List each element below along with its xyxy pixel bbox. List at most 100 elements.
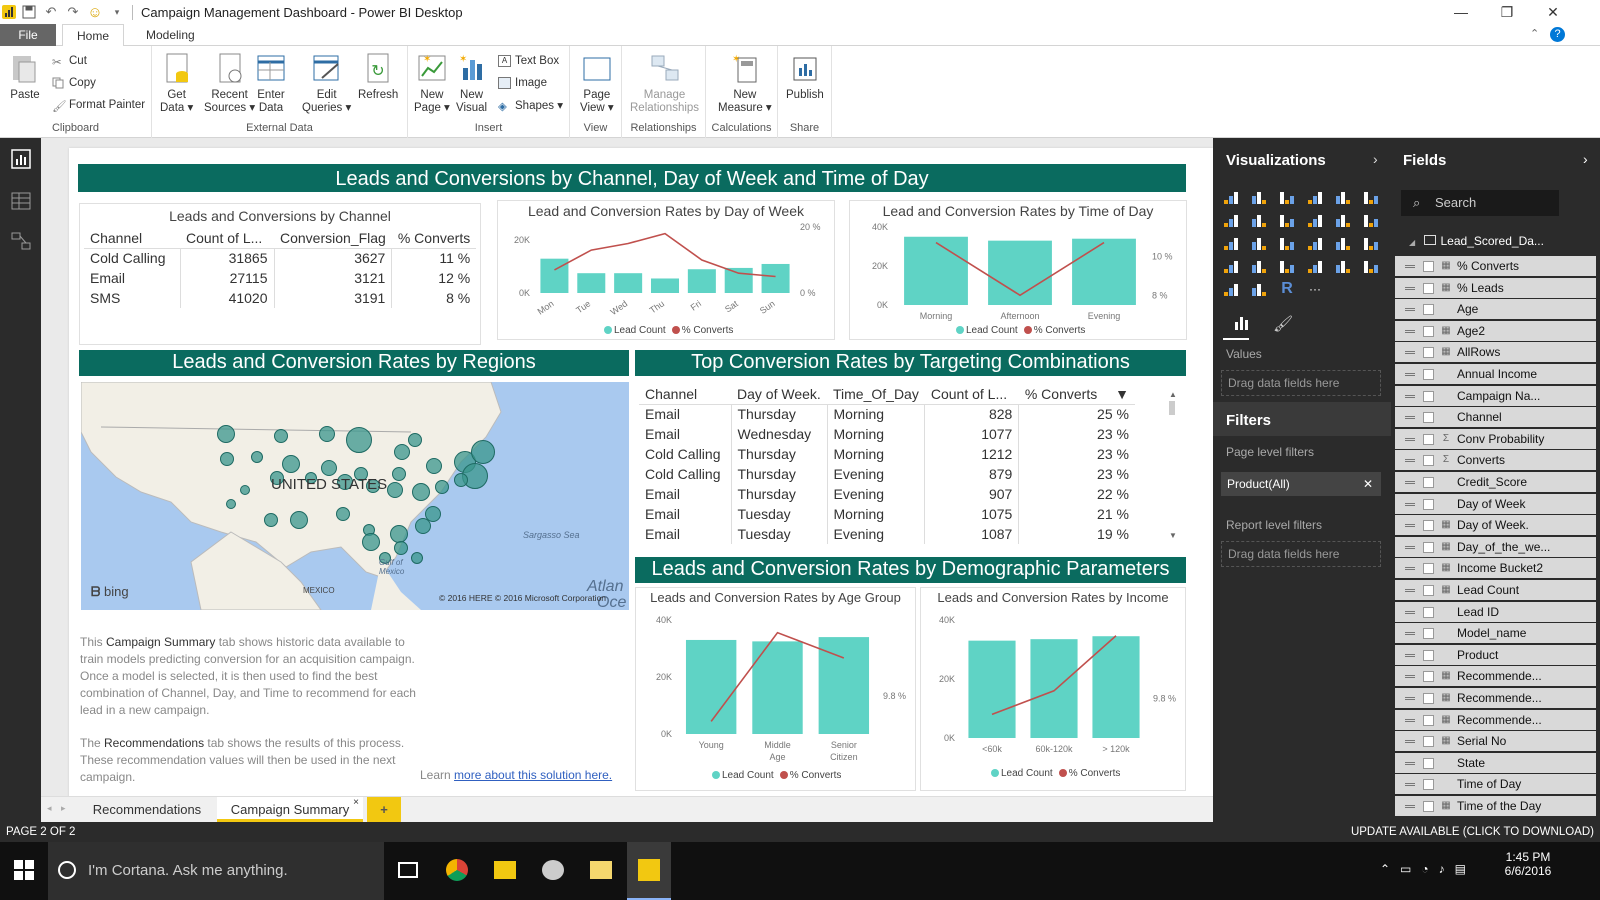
tab-home[interactable]: Home [62,24,125,47]
shapes-button[interactable]: ◈ Shapes ▾ [498,96,563,114]
map-bubble[interactable] [251,451,263,463]
scatter-chart-icon[interactable] [1221,234,1241,252]
fields-search-input[interactable]: ⌕ Search [1401,190,1559,216]
field-checkbox[interactable] [1423,347,1434,359]
format-paint-roller-icon[interactable]: 🖌 [1273,314,1293,334]
maximize-button[interactable]: ❐ [1484,0,1530,24]
map-bubble[interactable] [319,426,335,442]
clustered-column-icon[interactable] [1305,188,1325,206]
field-checkbox[interactable] [1423,390,1434,402]
map-bubble[interactable] [336,507,350,521]
drag-handle-icon[interactable] [1405,718,1415,722]
help-icon[interactable]: ? [1550,27,1565,42]
tab-file[interactable]: File [0,24,56,46]
targeting-table-visual[interactable]: Channel Day of Week. Time_Of_Day Count o… [635,380,1186,548]
col-header-sorted[interactable]: % Converts ▼ [1018,384,1135,405]
drag-handle-icon[interactable] [1405,632,1415,636]
map-bubble[interactable] [220,452,234,466]
col-header[interactable]: Count of L... [180,228,274,249]
map-bubble[interactable] [392,467,406,481]
table-row[interactable]: SMS 41020 3191 8 % [84,288,476,308]
field-item[interactable]: Channel [1395,407,1596,429]
filled-map-icon[interactable] [1221,257,1241,275]
stacked-bar-icon[interactable] [1221,188,1241,206]
stacked-column-icon[interactable] [1249,188,1269,206]
field-item[interactable]: ▦ Time of the Day [1395,796,1596,817]
table-node-lead-scored[interactable]: ◢ Lead_Scored_Da... [1409,234,1544,248]
donut-chart-icon[interactable] [1249,280,1269,298]
refresh-button[interactable]: ↻ Refresh [358,52,398,102]
clustered-bar-icon[interactable] [1277,188,1297,206]
line-column-icon[interactable] [1305,211,1325,229]
ribbon-chart-icon[interactable] [1361,211,1381,229]
drag-handle-icon[interactable] [1405,545,1415,549]
field-checkbox[interactable] [1423,757,1434,769]
field-checkbox[interactable] [1423,606,1434,618]
table-row[interactable]: Cold Calling Thursday Morning 1212 23 % [639,444,1135,464]
col-header[interactable]: Count of L... [924,384,1019,405]
tab-modeling[interactable]: Modeling [132,24,209,46]
field-checkbox[interactable] [1423,628,1434,640]
day-of-week-chart[interactable]: Lead and Conversion Rates by Day of Week… [497,200,835,340]
col-header[interactable]: % Converts [391,228,477,249]
time-of-day-chart[interactable]: Lead and Conversion Rates by Time of Day… [849,200,1187,340]
area-chart-icon[interactable] [1249,211,1269,229]
treemap-icon[interactable] [1277,234,1297,252]
map-bubble[interactable] [290,511,308,529]
field-checkbox[interactable] [1423,693,1434,704]
field-item[interactable]: ▦ % Converts [1395,256,1596,277]
table-row[interactable]: Email Thursday Evening 907 22 % [639,484,1135,504]
new-page-button[interactable]: ✶ New Page ▾ [414,52,450,115]
field-checkbox[interactable] [1423,369,1434,380]
drag-handle-icon[interactable] [1405,459,1415,463]
drag-handle-icon[interactable] [1405,308,1415,312]
table-row[interactable]: Email Tuesday Morning 1075 21 % [639,504,1135,524]
slicer-visual-icon[interactable] [1221,280,1241,298]
table-row[interactable]: Cold Calling Thursday Evening 879 23 % [639,464,1135,484]
drag-handle-icon[interactable] [1405,373,1415,376]
close-button[interactable]: ✕ [1530,0,1576,24]
drag-handle-icon[interactable] [1405,653,1415,657]
redo-icon[interactable]: ↷ [64,3,82,21]
drag-handle-icon[interactable] [1405,416,1415,420]
drag-handle-icon[interactable] [1405,524,1415,528]
sort-desc-icon[interactable]: ▼ [1115,386,1129,402]
map-bubble[interactable] [217,425,235,443]
field-item[interactable]: ▦ Age2 [1395,320,1596,342]
map-bubble[interactable] [426,458,442,474]
field-checkbox[interactable] [1423,563,1434,575]
map-bubble[interactable] [387,482,403,498]
field-checkbox[interactable] [1423,520,1434,532]
field-checkbox[interactable] [1423,779,1434,791]
drag-handle-icon[interactable] [1405,567,1415,571]
field-checkbox[interactable] [1423,585,1434,596]
drag-handle-icon[interactable] [1405,805,1415,808]
field-checkbox[interactable] [1423,801,1434,812]
collapse-visualizations-icon[interactable]: › [1373,151,1378,167]
field-checkbox[interactable] [1423,498,1434,510]
report-view-icon[interactable] [10,148,32,170]
chrome-icon[interactable] [446,859,468,881]
table-row[interactable]: Cold Calling 31865 3627 11 % [84,248,476,268]
paste-button[interactable]: Paste [10,52,40,102]
field-checkbox[interactable] [1423,671,1434,683]
table-row[interactable]: Email Wednesday Morning 1077 23 % [639,424,1135,444]
scroll-down-icon[interactable]: ▼ [1169,531,1177,540]
field-checkbox[interactable] [1423,282,1434,294]
map-bubble[interactable] [321,460,337,476]
map-bubble[interactable] [454,473,468,487]
field-item[interactable]: ▦ AllRows [1395,342,1596,364]
manage-relationships-button[interactable]: Manage Relationships [630,52,699,115]
windows-start-icon[interactable] [14,860,34,883]
customize-quick-access-icon[interactable]: ▾ [108,3,126,21]
map-bubble[interactable] [346,427,372,453]
drag-handle-icon[interactable] [1405,589,1415,592]
smiley-feedback-icon[interactable]: ☺ [86,3,104,21]
values-drop-zone[interactable]: Drag data fields here [1221,370,1381,396]
field-checkbox[interactable] [1423,412,1434,424]
text-box-button[interactable]: A Text Box [498,52,559,70]
field-item[interactable]: ▦ Recommende... [1395,666,1596,688]
field-item[interactable]: Model_name [1395,623,1596,645]
field-checkbox[interactable] [1423,325,1434,337]
kpi-visual-icon[interactable] [1361,257,1381,275]
